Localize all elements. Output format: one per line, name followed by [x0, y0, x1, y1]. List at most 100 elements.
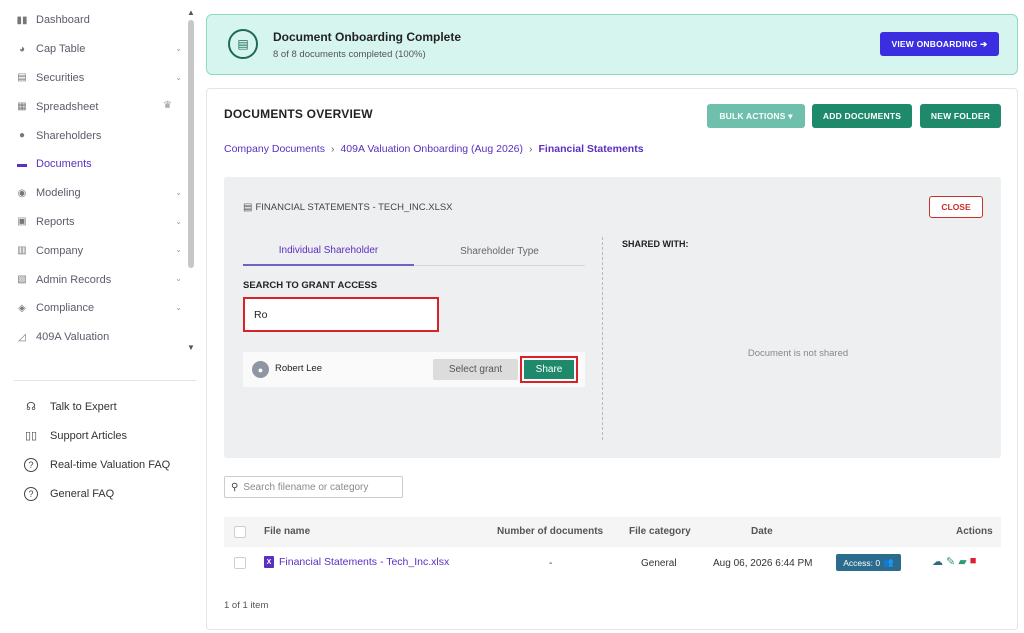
- sidebar-item-cap-table[interactable]: ◕ Cap Table ⌄: [0, 35, 188, 64]
- column-header-file-category[interactable]: File category: [629, 526, 691, 537]
- user-icon: ●: [18, 130, 26, 142]
- add-documents-button[interactable]: ADD DOCUMENTS: [812, 104, 912, 128]
- help-item-talk-to-expert[interactable]: ☊ Talk to Expert: [24, 392, 170, 421]
- scroll-up-arrow-icon[interactable]: ▲: [187, 8, 195, 17]
- trash-icon[interactable]: ■: [970, 555, 977, 568]
- edit-icon[interactable]: ✎: [946, 555, 955, 568]
- sidebar-nav: ▮▮ Dashboard ◕ Cap Table ⌄ ▤ Securities …: [0, 6, 188, 352]
- clipboard-icon: ▤: [17, 72, 27, 84]
- table-row: X Financial Statements - Tech_Inc.xlsx -…: [224, 547, 1001, 579]
- banner-title: Document Onboarding Complete: [273, 30, 462, 44]
- close-button[interactable]: CLOSE: [929, 196, 983, 218]
- sidebar-item-admin-records[interactable]: ▧ Admin Records ⌄: [0, 265, 188, 294]
- lightbulb-icon: ◉: [17, 187, 27, 199]
- pagination-info: 1 of 1 item: [224, 600, 269, 611]
- chevron-down-icon: ⌄: [175, 302, 182, 312]
- share-panel-file-name: FINANCIAL STATEMENTS - TECH_INC.XLSX: [255, 202, 453, 213]
- sidebar-item-label: Securities: [36, 71, 85, 84]
- sidebar-item-dashboard[interactable]: ▮▮ Dashboard: [0, 6, 188, 35]
- pie-chart-icon: ◕: [18, 43, 26, 55]
- file-search-input[interactable]: [243, 481, 394, 493]
- document-check-icon: ▤: [228, 29, 258, 59]
- row-actions: ☁ ✎ ▰ ■: [932, 555, 976, 568]
- shield-check-icon: ◈: [18, 302, 26, 314]
- cell-file-category: General: [641, 558, 677, 569]
- not-shared-message: Document is not shared: [747, 348, 849, 359]
- scroll-down-arrow-icon[interactable]: ▼: [187, 343, 195, 352]
- breadcrumb-item-409a-onboarding[interactable]: 409A Valuation Onboarding (Aug 2026): [340, 143, 523, 155]
- sidebar-item-label: Modeling: [36, 187, 81, 200]
- help-item-support-articles[interactable]: ▯▯ Support Articles: [24, 421, 170, 450]
- users-icon: 👥: [883, 557, 894, 567]
- onboarding-banner: ▤ Document Onboarding Complete 8 of 8 do…: [206, 14, 1018, 75]
- shared-with-label: SHARED WITH:: [622, 239, 689, 249]
- app-root: ▮▮ Dashboard ◕ Cap Table ⌄ ▤ Securities …: [0, 0, 1024, 633]
- sidebar-item-label: Shareholders: [36, 129, 102, 142]
- select-all-checkbox[interactable]: [234, 526, 246, 538]
- breadcrumb-separator: ›: [330, 143, 335, 155]
- sidebar-item-reports[interactable]: ▣ Reports ⌄: [0, 208, 188, 237]
- breadcrumb: Company Documents › 409A Valuation Onboa…: [224, 143, 644, 155]
- bulk-actions-button[interactable]: BULK ACTIONS ▾: [707, 104, 805, 128]
- column-header-number-of-documents[interactable]: Number of documents: [497, 526, 603, 537]
- breadcrumb-item-current: Financial Statements: [538, 143, 644, 155]
- sidebar-item-company[interactable]: ▥ Company ⌄: [0, 236, 188, 265]
- share-button[interactable]: Share: [524, 360, 574, 379]
- row-checkbox[interactable]: [234, 557, 246, 569]
- sidebar-item-documents[interactable]: ▬ Documents: [0, 150, 188, 179]
- column-header-date[interactable]: Date: [751, 526, 773, 537]
- sidebar: ▮▮ Dashboard ◕ Cap Table ⌄ ▤ Securities …: [0, 0, 200, 633]
- share-tabs: Individual Shareholder Shareholder Type: [243, 237, 585, 266]
- sidebar-item-label: Admin Records: [36, 273, 112, 286]
- file-table-header: File name Number of documents File categ…: [224, 517, 1001, 547]
- file-name-link[interactable]: X Financial Statements - Tech_Inc.xlsx: [264, 556, 449, 568]
- help-links: ☊ Talk to Expert ▯▯ Support Articles ? R…: [24, 392, 170, 508]
- cell-date: Aug 06, 2026 6:44 PM: [713, 558, 813, 569]
- sidebar-item-label: Spreadsheet: [36, 100, 99, 113]
- file-name-text: Financial Statements - Tech_Inc.xlsx: [279, 556, 450, 568]
- access-count: Access: 0: [843, 557, 881, 568]
- sidebar-item-modeling[interactable]: ◉ Modeling ⌄: [0, 179, 188, 208]
- sidebar-item-label: Documents: [36, 158, 92, 171]
- scrollbar-thumb[interactable]: [188, 20, 194, 268]
- sidebar-scrollbar[interactable]: ▲ ▼: [187, 8, 195, 352]
- building-icon: ▥: [17, 245, 27, 257]
- sidebar-item-compliance[interactable]: ◈ Compliance ⌄: [0, 294, 188, 323]
- report-icon: ▣: [17, 216, 27, 228]
- new-folder-button[interactable]: NEW FOLDER: [920, 104, 1001, 128]
- help-item-label: Support Articles: [50, 429, 128, 442]
- search-icon: ⚲: [231, 481, 239, 493]
- sidebar-item-securities[interactable]: ▤ Securities ⌄: [0, 64, 188, 93]
- breadcrumb-separator: ›: [529, 143, 533, 155]
- view-onboarding-button[interactable]: VIEW ONBOARDING ➔: [880, 32, 999, 56]
- sidebar-item-label: Compliance: [36, 302, 95, 315]
- column-header-actions: Actions: [956, 526, 993, 537]
- help-item-realtime-valuation-faq[interactable]: ? Real-time Valuation FAQ: [24, 450, 170, 479]
- avatar: ●: [252, 361, 269, 378]
- sidebar-item-spreadsheet[interactable]: ▦ Spreadsheet ♛: [0, 92, 188, 121]
- tab-shareholder-type[interactable]: Shareholder Type: [414, 237, 585, 266]
- chevron-down-icon: ⌄: [175, 72, 182, 82]
- help-item-general-faq[interactable]: ? General FAQ: [24, 479, 170, 508]
- tab-individual-shareholder[interactable]: Individual Shareholder: [243, 237, 414, 266]
- share-panel-title: ▤ FINANCIAL STATEMENTS - TECH_INC.XLSX: [243, 202, 453, 213]
- breadcrumb-item-company-documents[interactable]: Company Documents: [224, 143, 325, 155]
- sidebar-item-409a-valuation[interactable]: ◿ 409A Valuation: [0, 323, 188, 352]
- dashboard-icon: ▮▮: [16, 14, 28, 26]
- access-badge[interactable]: Access: 0 👥: [836, 554, 901, 571]
- sidebar-item-shareholders[interactable]: ● Shareholders: [0, 121, 188, 150]
- cloud-download-icon[interactable]: ☁: [932, 555, 943, 568]
- folder-open-icon[interactable]: ▰: [958, 555, 966, 568]
- documents-overview-card: DOCUMENTS OVERVIEW BULK ACTIONS ▾ ADD DO…: [206, 88, 1018, 630]
- select-grant-button[interactable]: Select grant: [433, 359, 518, 380]
- headset-icon: ☊: [26, 401, 36, 413]
- question-circle-icon: ?: [24, 457, 38, 472]
- file-search[interactable]: ⚲: [224, 476, 403, 498]
- column-header-file-name[interactable]: File name: [264, 526, 310, 537]
- grant-access-search-input[interactable]: Ro: [243, 297, 439, 332]
- valuation-icon: ◿: [18, 331, 26, 343]
- cell-number-of-documents: -: [549, 558, 553, 569]
- chevron-down-icon: ⌄: [175, 274, 182, 284]
- sidebar-item-label: Dashboard: [36, 14, 90, 27]
- grant-search-label: SEARCH TO GRANT ACCESS: [243, 280, 378, 291]
